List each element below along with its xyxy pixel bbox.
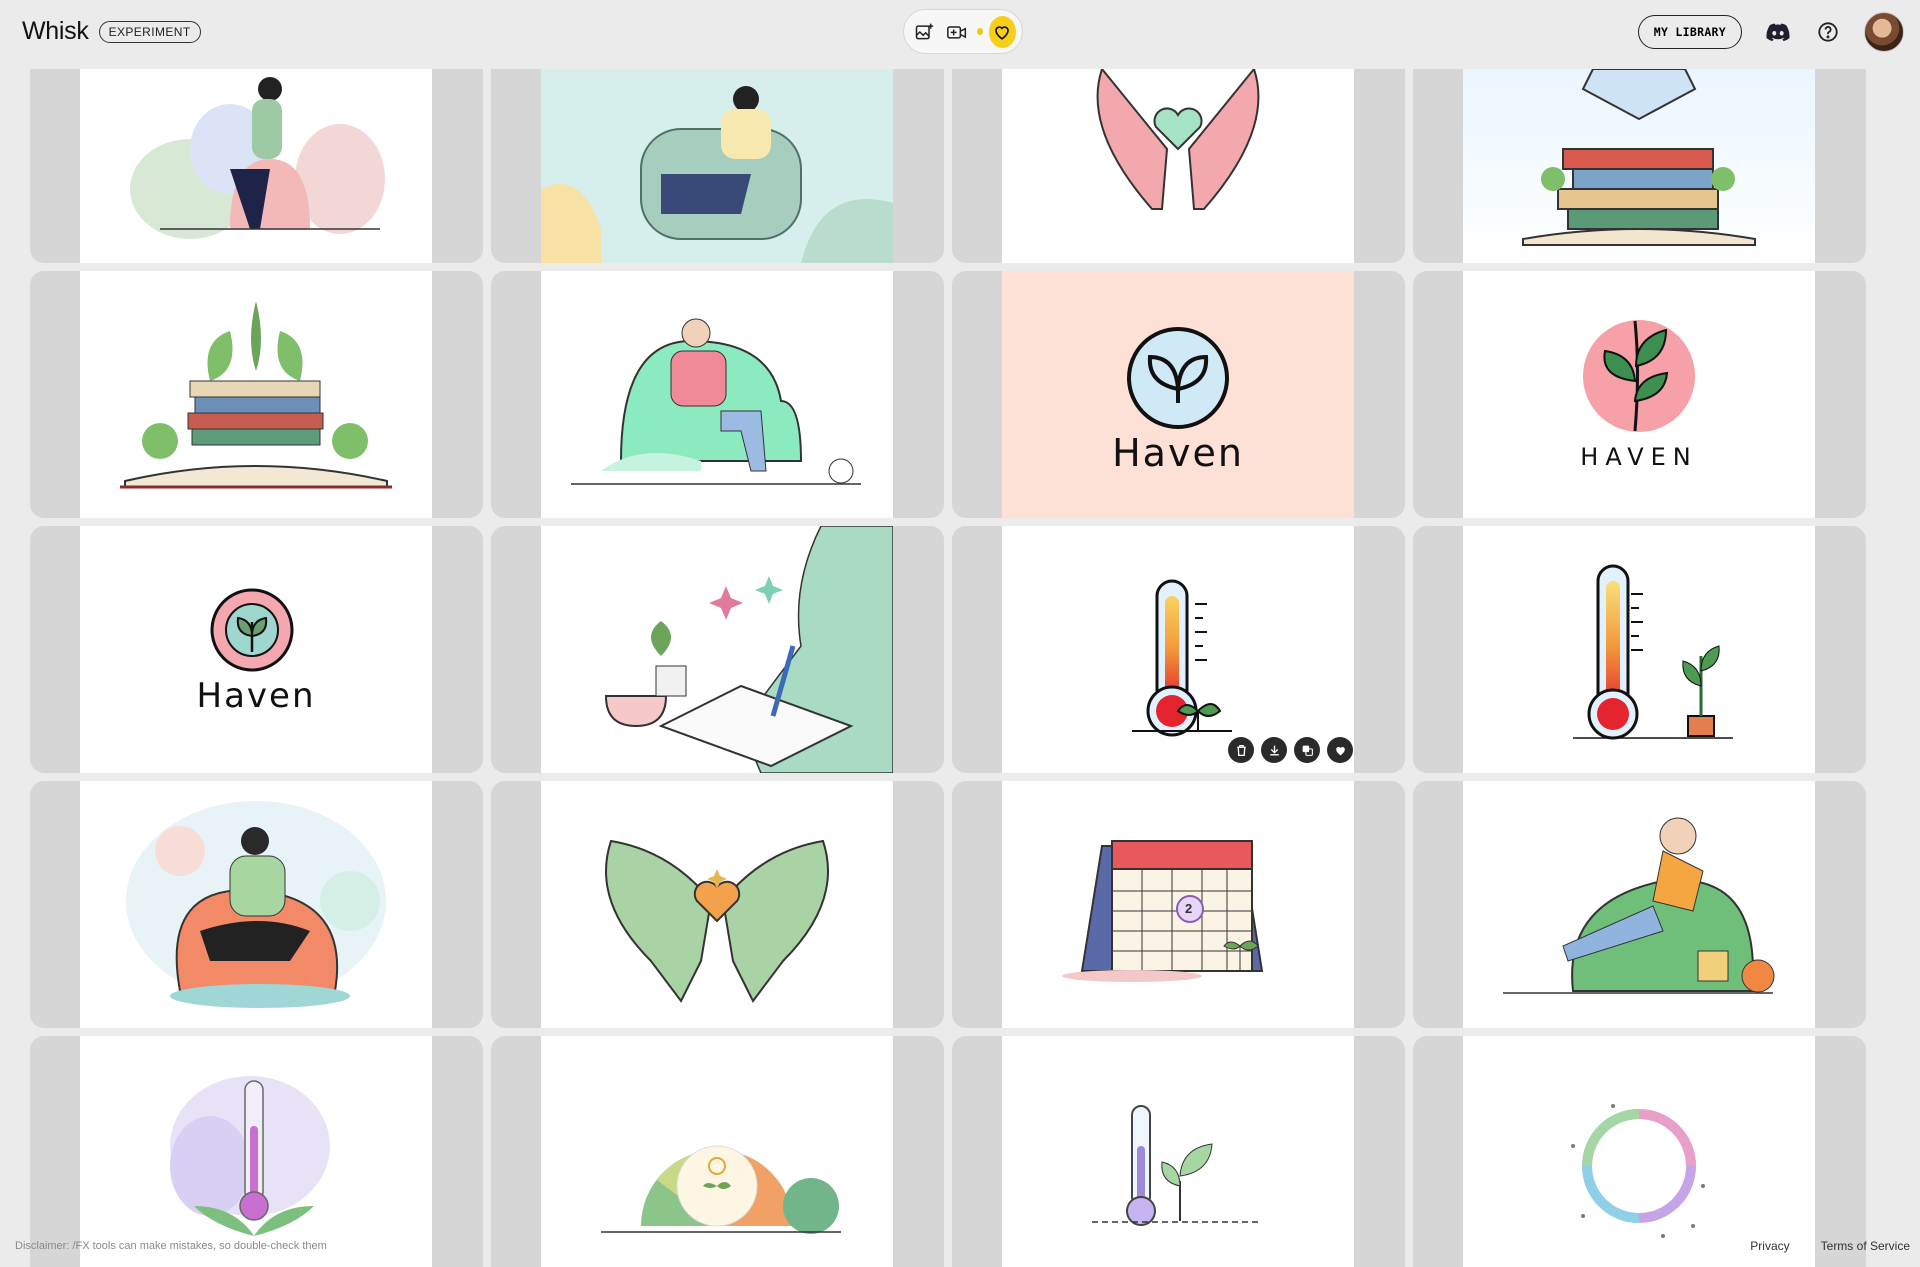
- create-toolbar: [903, 9, 1023, 54]
- discord-icon: [1766, 23, 1790, 41]
- calendar-day: 2: [1185, 901, 1193, 916]
- help-button[interactable]: [1814, 18, 1842, 46]
- video-plus-icon: [947, 25, 967, 39]
- privacy-link[interactable]: Privacy: [1750, 1239, 1789, 1253]
- gallery-card[interactable]: [952, 69, 1405, 263]
- favorites-button[interactable]: [988, 15, 1017, 48]
- card-image: Haven: [1002, 271, 1354, 518]
- user-avatar[interactable]: [1864, 12, 1904, 52]
- card-image: [1463, 781, 1815, 1028]
- experiment-badge: EXPERIMENT: [98, 20, 201, 43]
- favorite-button[interactable]: [1327, 737, 1353, 763]
- add-image-button[interactable]: [910, 16, 937, 48]
- top-bar: Whisk EXPERIMENT MY LIBRARY: [0, 0, 1920, 64]
- gallery-card[interactable]: [1413, 781, 1866, 1028]
- gallery-card[interactable]: [952, 526, 1405, 773]
- reuse-button[interactable]: [1294, 737, 1320, 763]
- gallery-card[interactable]: HAVEN: [1413, 271, 1866, 518]
- gallery-card[interactable]: [491, 69, 944, 263]
- card-image: [541, 271, 893, 518]
- my-library-button[interactable]: MY LIBRARY: [1637, 15, 1742, 49]
- app-logo[interactable]: Whisk: [22, 17, 89, 46]
- gallery-card[interactable]: [491, 526, 944, 773]
- disclaimer-text: Disclaimer: /FX tools can make mistakes,…: [15, 1240, 327, 1252]
- gallery-card[interactable]: [30, 69, 483, 263]
- gallery-card[interactable]: [30, 781, 483, 1028]
- help-icon: [1818, 22, 1838, 42]
- card-image: [541, 526, 893, 773]
- card-image: [1002, 526, 1354, 773]
- card-image: [80, 69, 432, 263]
- card-image: [1463, 526, 1815, 773]
- footer-links: Privacy Terms of Service: [1750, 1239, 1910, 1253]
- delete-button[interactable]: [1228, 737, 1254, 763]
- card-image: [1463, 1036, 1815, 1267]
- haven-logo-text: Haven: [196, 676, 316, 716]
- gallery-card[interactable]: [1413, 1036, 1866, 1267]
- card-image: [80, 781, 432, 1028]
- heart-icon: [1335, 746, 1345, 755]
- terms-link[interactable]: Terms of Service: [1821, 1239, 1910, 1253]
- card-image: Haven: [80, 526, 432, 773]
- card-image: [541, 69, 893, 263]
- reuse-icon: [1302, 745, 1313, 756]
- gallery-card[interactable]: [491, 271, 944, 518]
- haven-logo-text: HAVEN: [1580, 443, 1698, 471]
- gallery-card[interactable]: Haven: [30, 526, 483, 773]
- card-image: [1002, 69, 1354, 263]
- discord-button[interactable]: [1764, 18, 1792, 46]
- download-button[interactable]: [1261, 737, 1287, 763]
- card-image: [80, 271, 432, 518]
- download-icon: [1269, 745, 1279, 756]
- haven-logo-text: Haven: [1112, 431, 1244, 475]
- card-image: [541, 781, 893, 1028]
- gallery-card[interactable]: [1413, 69, 1866, 263]
- gallery-card[interactable]: [491, 781, 944, 1028]
- card-image: [80, 1036, 432, 1267]
- card-image: HAVEN: [1463, 271, 1815, 518]
- gallery-card[interactable]: [952, 1036, 1405, 1267]
- status-dot: [976, 28, 983, 35]
- image-gallery: Haven HAVEN Haven 2: [30, 69, 1868, 1267]
- card-image: [541, 1036, 893, 1267]
- gallery-card[interactable]: Haven: [952, 271, 1405, 518]
- card-image: 2: [1002, 781, 1354, 1028]
- gallery-card[interactable]: [491, 1036, 944, 1267]
- image-plus-icon: [915, 23, 933, 39]
- gallery-card[interactable]: 2: [952, 781, 1405, 1028]
- heart-icon: [995, 25, 1010, 40]
- card-image: [1002, 1036, 1354, 1267]
- card-image: [1463, 69, 1815, 263]
- add-video-button[interactable]: [943, 16, 970, 48]
- header-actions: MY LIBRARY: [1637, 12, 1904, 52]
- brand: Whisk EXPERIMENT: [22, 17, 201, 46]
- gallery-card[interactable]: [1413, 526, 1866, 773]
- gallery-card[interactable]: [30, 271, 483, 518]
- gallery-card[interactable]: [30, 1036, 483, 1267]
- delete-icon: [1236, 744, 1246, 756]
- card-hover-actions: [1228, 737, 1353, 763]
